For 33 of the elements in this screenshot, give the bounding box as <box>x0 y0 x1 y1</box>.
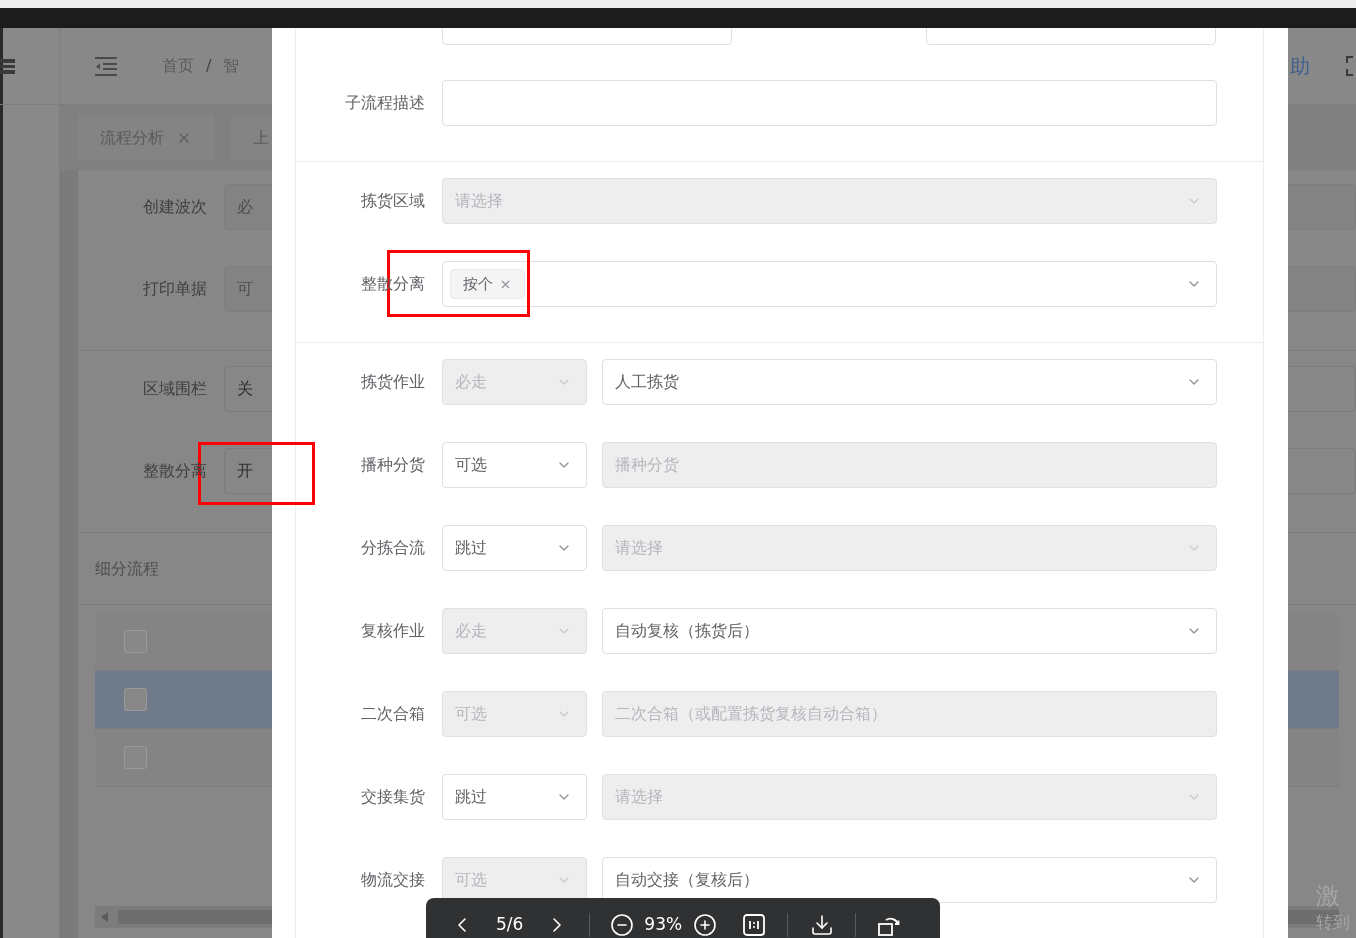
download-icon[interactable] <box>810 913 835 937</box>
scroll-left-icon[interactable] <box>101 912 109 922</box>
field-label: 二次合箱 <box>360 703 425 725</box>
field-label: 复核作业 <box>360 620 425 642</box>
select-field[interactable]: 跳过 <box>442 525 587 571</box>
field-label: 物流交接 <box>360 869 425 891</box>
checkbox[interactable] <box>124 688 147 711</box>
select-field[interactable]: 可选 <box>442 442 587 488</box>
select-field[interactable]: 自动复核（拣货后） <box>602 608 1217 654</box>
field-label: 拣货作业 <box>360 371 425 393</box>
tag: 按个 <box>450 269 525 299</box>
select-field[interactable]: 人工拣货 <box>602 359 1217 405</box>
breadcrumb-separator: / <box>206 55 212 77</box>
select-field[interactable]: 按个 <box>442 261 1217 307</box>
input-field[interactable] <box>442 80 1217 126</box>
actual-size-icon[interactable] <box>743 914 766 936</box>
select-field[interactable]: 跳过 <box>442 774 587 820</box>
field-label: 打印单据 <box>142 278 207 300</box>
zoom-out-icon[interactable] <box>610 913 635 937</box>
section-title: 细分流程 <box>95 557 159 580</box>
field-label: 拣货区域 <box>360 190 425 212</box>
select-field[interactable]: 自动交接（复核后） <box>602 857 1217 903</box>
page-counter: 5/6 <box>496 913 524 937</box>
field-label: 交接集货 <box>360 786 425 808</box>
field-label: 创建波次 <box>142 196 207 218</box>
field-label: 播种分货 <box>360 454 425 476</box>
field-label: 区域围栏 <box>142 378 207 400</box>
zoom-level: 93% <box>644 913 683 937</box>
help-link[interactable]: 助 <box>1290 51 1310 81</box>
field-label: 分拣合流 <box>360 537 425 559</box>
zoom-in-icon[interactable] <box>693 913 718 937</box>
field-label: 子流程描述 <box>344 92 425 114</box>
menu-icon[interactable] <box>94 56 118 76</box>
